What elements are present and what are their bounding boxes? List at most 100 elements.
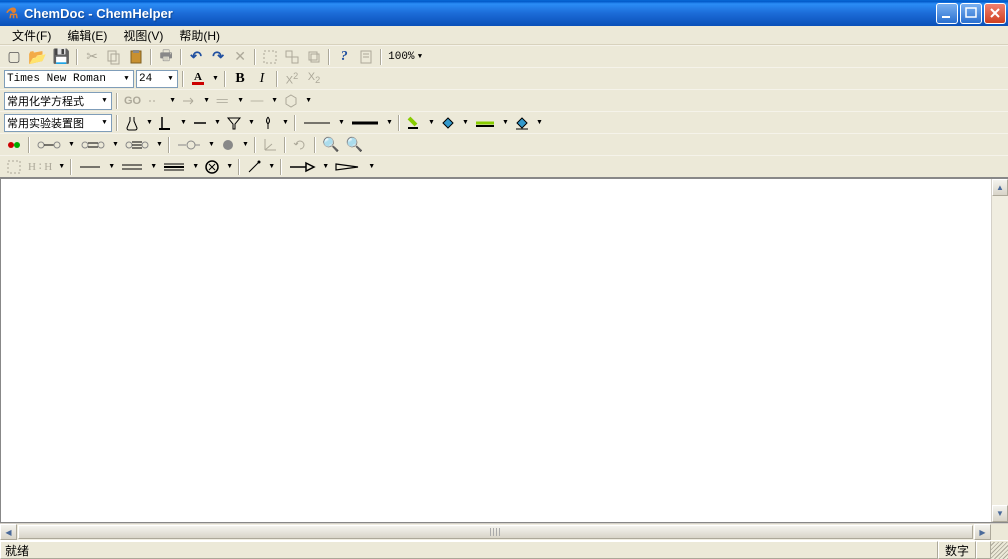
dropdown-arrow-icon[interactable]: ▼ (236, 97, 245, 104)
dropdown-arrow-icon[interactable]: ▼ (337, 119, 346, 126)
close-button[interactable] (984, 3, 1006, 24)
font-combo[interactable]: Times New Roman ▼ (4, 70, 134, 88)
zoom-in-button[interactable]: 🔍 (320, 135, 341, 155)
axis-button[interactable] (260, 135, 280, 155)
zoom-out-button[interactable]: 🔍 (343, 135, 364, 155)
dropdown-arrow-icon[interactable]: ▼ (247, 119, 256, 126)
fontsize-combo[interactable]: 24 ▼ (136, 70, 178, 88)
scroll-down-button[interactable]: ▼ (992, 505, 1008, 522)
atom-outline-button[interactable] (174, 135, 204, 155)
dropdown-arrow-icon[interactable]: ▼ (501, 119, 510, 126)
delete-button[interactable]: ✕ (230, 47, 250, 67)
line-thick-button[interactable] (348, 113, 382, 133)
superscript-button[interactable]: X2 (282, 69, 302, 89)
dropdown-arrow-icon[interactable]: ▼ (304, 97, 313, 104)
select-button[interactable] (4, 157, 24, 177)
open-button[interactable]: 📂 (26, 47, 49, 67)
layer-button[interactable] (304, 47, 324, 67)
atom-filled-button[interactable] (218, 135, 238, 155)
dropdown-arrow-icon[interactable]: ▼ (367, 163, 376, 170)
paste-button[interactable] (126, 47, 146, 67)
resize-grip-icon[interactable] (991, 542, 1008, 559)
bond-single-button[interactable] (34, 135, 64, 155)
new-button[interactable]: ▢ (4, 47, 24, 67)
italic-button[interactable]: I (252, 69, 272, 89)
bold-button[interactable]: B (230, 69, 250, 89)
cond-3-button[interactable] (213, 91, 233, 111)
dropdown-arrow-icon[interactable]: ▼ (225, 163, 234, 170)
scroll-track[interactable] (17, 524, 974, 540)
menu-view[interactable]: 视图(V) (115, 26, 171, 45)
dropdown-arrow-icon[interactable]: ▼ (267, 163, 276, 170)
hh-button[interactable]: H ∶ H (26, 157, 54, 177)
menu-file[interactable]: 文件(F) (4, 26, 59, 45)
fill-blue-button[interactable] (438, 113, 458, 133)
dropdown-arrow-icon[interactable]: ▼ (191, 163, 200, 170)
zoom-combo[interactable]: 100% ▼ (386, 48, 442, 66)
print-button[interactable]: 🖶 (156, 47, 176, 67)
ring-button[interactable] (202, 157, 222, 177)
dropdown-arrow-icon[interactable]: ▼ (155, 141, 164, 148)
pennant-button[interactable] (332, 157, 364, 177)
dropdown-arrow-icon[interactable]: ▼ (281, 119, 290, 126)
ungroup-button[interactable] (282, 47, 302, 67)
minimize-button[interactable] (936, 3, 958, 24)
flask-button[interactable] (122, 113, 142, 133)
dropdown-arrow-icon[interactable]: ▼ (145, 119, 154, 126)
atom-red-button[interactable] (4, 135, 24, 155)
equation-preset-combo[interactable]: 常用化学方程式 ▼ (4, 92, 112, 110)
highlight-green-button[interactable] (404, 113, 424, 133)
cond-1-button[interactable] (145, 91, 165, 111)
menu-help[interactable]: 帮助(H) (171, 26, 228, 45)
dropdown-arrow-icon[interactable]: ▼ (207, 141, 216, 148)
line-thin-button[interactable] (300, 113, 334, 133)
dropdown-arrow-icon[interactable]: ▼ (270, 97, 279, 104)
dropdown-arrow-icon[interactable]: ▼ (241, 141, 250, 148)
group-button[interactable] (260, 47, 280, 67)
font-color-button[interactable]: A (188, 69, 208, 89)
burner-button[interactable] (258, 113, 278, 133)
highlight-line-button[interactable] (472, 113, 498, 133)
scroll-left-button[interactable]: ◀ (0, 524, 17, 540)
undo-button[interactable]: ↶ (186, 47, 206, 67)
copy-button[interactable] (104, 47, 124, 67)
fill-blue2-button[interactable] (512, 113, 532, 133)
bond-line-button[interactable] (76, 157, 104, 177)
dropdown-arrow-icon[interactable]: ▼ (213, 119, 222, 126)
apparatus-preset-combo[interactable]: 常用实验装置图 ▼ (4, 114, 112, 132)
bond-triple-button[interactable] (122, 135, 152, 155)
dropdown-arrow-icon[interactable]: ▼ (111, 141, 120, 148)
cond-2-button[interactable] (179, 91, 199, 111)
dropdown-arrow-icon[interactable]: ▼ (427, 119, 436, 126)
bond-double-button[interactable] (78, 135, 108, 155)
funnel-button[interactable] (224, 113, 244, 133)
dropdown-arrow-icon[interactable]: ▼ (107, 163, 116, 170)
dropdown-arrow-icon[interactable]: ▼ (461, 119, 470, 126)
dropdown-arrow-icon[interactable]: ▼ (202, 97, 211, 104)
vertical-scrollbar[interactable]: ▲ ▼ (991, 179, 1008, 522)
arrow-open-button[interactable] (286, 157, 318, 177)
cut-button[interactable]: ✂ (82, 47, 102, 67)
scroll-thumb[interactable] (18, 525, 973, 539)
document-canvas[interactable] (1, 179, 991, 522)
dropdown-arrow-icon[interactable]: ▼ (321, 163, 330, 170)
dropdown-arrow-icon[interactable]: ▼ (535, 119, 544, 126)
subscript-button[interactable]: X2 (304, 69, 324, 89)
dropdown-arrow-icon[interactable]: ▼ (179, 119, 188, 126)
bond-dbl-button[interactable] (118, 157, 146, 177)
scroll-up-button[interactable]: ▲ (992, 179, 1008, 196)
rotate-button[interactable] (290, 135, 310, 155)
cond-4-button[interactable] (247, 91, 267, 111)
menu-edit[interactable]: 编辑(E) (59, 26, 115, 45)
help-button[interactable]: ? (334, 47, 354, 67)
save-button[interactable]: 💾 (51, 47, 72, 67)
stand-button[interactable] (156, 113, 176, 133)
diag-line-button[interactable] (244, 157, 264, 177)
properties-button[interactable] (356, 47, 376, 67)
benzene-button[interactable] (281, 91, 301, 111)
bond-tpl-button[interactable] (160, 157, 188, 177)
scroll-track[interactable] (992, 196, 1008, 505)
dropdown-arrow-icon[interactable]: ▼ (385, 119, 394, 126)
maximize-button[interactable] (960, 3, 982, 24)
horizontal-scrollbar[interactable]: ◀ ▶ (0, 523, 1008, 540)
